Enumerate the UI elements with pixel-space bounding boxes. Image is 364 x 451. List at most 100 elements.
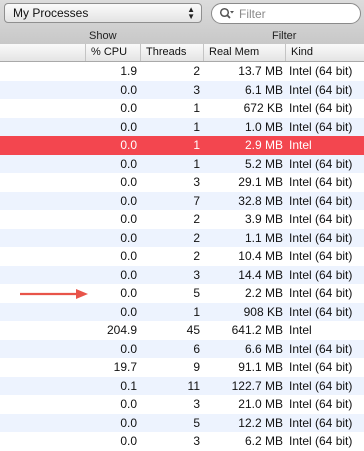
threads-cell: 3	[193, 397, 200, 411]
kind-cell: Intel (64 bit)	[289, 193, 353, 208]
cpu-cell: 0.0	[120, 304, 137, 319]
cpu-cell: 0.0	[120, 156, 137, 171]
kind-cell: Intel (64 bit)	[289, 249, 353, 263]
cpu-cell: 0.0	[120, 434, 137, 448]
threads-cell: 1	[193, 138, 200, 152]
cpu-cell: 0.0	[120, 101, 137, 115]
table-row[interactable]: 0.0 5 12.2 MB Intel (64 bit)	[0, 413, 364, 432]
search-field[interactable]	[211, 3, 361, 24]
kind-cell: Intel (64 bit)	[289, 156, 353, 171]
table-row[interactable]: 0.0 3 14.4 MB Intel (64 bit)	[0, 265, 364, 284]
search-icon[interactable]	[219, 7, 235, 21]
cpu-cell: 0.0	[120, 267, 137, 282]
threads-cell: 2	[193, 212, 200, 226]
real-mem-cell: 5.2 MB	[244, 156, 283, 171]
cpu-cell: 0.0	[120, 230, 137, 245]
real-mem-cell: 2.2 MB	[244, 286, 283, 300]
table-row[interactable]: 204.9 45 641.2 MB Intel	[0, 321, 364, 340]
cpu-cell: 0.0	[120, 82, 137, 97]
cpu-cell: 0.0	[120, 138, 137, 152]
kind-cell: Intel (64 bit)	[289, 101, 353, 115]
real-mem-cell: 14.4 MB	[238, 267, 283, 282]
kind-cell: Intel (64 bit)	[289, 304, 353, 319]
real-mem-cell: 672 KB	[243, 101, 283, 115]
kind-cell: Intel (64 bit)	[289, 341, 353, 356]
red-arrow-icon	[20, 289, 88, 299]
cpu-cell: 0.0	[120, 193, 137, 208]
threads-cell: 5	[193, 286, 200, 300]
threads-cell: 1	[193, 101, 200, 115]
table-row[interactable]: 0.1 11 122.7 MB Intel (64 bit)	[0, 376, 364, 395]
kind-cell: Intel (64 bit)	[289, 82, 353, 97]
cpu-cell: 0.0	[120, 249, 137, 263]
kind-cell: Intel (64 bit)	[289, 286, 353, 300]
threads-cell: 5	[193, 415, 200, 430]
table-row[interactable]: 0.0 1 2.9 MB Intel	[0, 136, 364, 155]
threads-cell: 1	[193, 304, 200, 319]
threads-cell: 11	[187, 378, 200, 393]
real-mem-cell: 1.0 MB	[244, 119, 283, 134]
table-row[interactable]: 0.0 3 21.0 MB Intel (64 bit)	[0, 395, 364, 414]
table-row[interactable]: 0.0 7 32.8 MB Intel (64 bit)	[0, 191, 364, 210]
table-row[interactable]: 0.0 1 908 KB Intel (64 bit)	[0, 302, 364, 321]
process-filter-label: My Processes	[13, 6, 89, 20]
search-input[interactable]	[239, 6, 354, 21]
threads-cell: 3	[193, 82, 200, 97]
table-row[interactable]: 0.0 2 10.4 MB Intel (64 bit)	[0, 247, 364, 266]
process-filter-popup[interactable]: My Processes ▲ ▼	[4, 3, 202, 23]
threads-cell: 45	[186, 323, 200, 337]
column-header-cpu[interactable]: % CPU	[86, 44, 141, 61]
real-mem-cell: 908 KB	[243, 304, 283, 319]
column-header-kind[interactable]: Kind	[286, 44, 364, 61]
table-row[interactable]: 0.0 3 6.2 MB Intel (64 bit)	[0, 432, 364, 451]
kind-cell: Intel	[289, 323, 312, 337]
table-row[interactable]: 0.0 2 1.1 MB Intel (64 bit)	[0, 228, 364, 247]
cpu-cell: 0.0	[120, 175, 137, 189]
kind-cell: Intel (64 bit)	[289, 267, 353, 282]
kind-cell: Intel (64 bit)	[289, 212, 353, 226]
threads-cell: 6	[193, 341, 200, 356]
table-row[interactable]: 19.7 9 91.1 MB Intel (64 bit)	[0, 358, 364, 377]
column-header-real-mem[interactable]: Real Mem	[204, 44, 286, 61]
kind-cell: Intel	[289, 138, 312, 152]
kind-cell: Intel (64 bit)	[289, 434, 353, 448]
filter-caption: Filter	[272, 30, 297, 42]
table-row[interactable]: 0.0 1 672 KB Intel (64 bit)	[0, 99, 364, 118]
kind-cell: Intel (64 bit)	[289, 360, 353, 374]
real-mem-cell: 1.1 MB	[244, 230, 283, 245]
cpu-cell: 1.9	[120, 64, 137, 78]
real-mem-cell: 122.7 MB	[231, 378, 283, 393]
column-header-threads[interactable]: Threads	[141, 44, 204, 61]
cpu-cell: 0.0	[120, 397, 137, 411]
threads-cell: 2	[193, 230, 200, 245]
cpu-cell: 19.7	[113, 360, 137, 374]
toolbar: My Processes ▲▼ Show Filter	[0, 0, 364, 45]
real-mem-cell: 32.8 MB	[238, 193, 283, 208]
threads-cell: 3	[193, 175, 200, 189]
cpu-cell: 0.0	[120, 341, 137, 356]
real-mem-cell: 13.7 MB	[238, 64, 283, 78]
show-caption: Show	[89, 30, 117, 42]
process-table: 1.9 2 13.7 MB Intel (64 bit) 0.0 3 6.1 MB Intel…	[0, 62, 364, 451]
table-row[interactable]: 0.0 2 3.9 MB Intel (64 bit)	[0, 210, 364, 229]
table-row[interactable]: 1.9 2 13.7 MB Intel (64 bit)	[0, 62, 364, 81]
column-header-process-name[interactable]	[0, 44, 86, 61]
table-row[interactable]: 0.0 1 1.0 MB Intel (64 bit)	[0, 117, 364, 136]
real-mem-cell: 29.1 MB	[238, 175, 283, 189]
real-mem-cell: 2.9 MB	[244, 138, 283, 152]
threads-cell: 9	[193, 360, 200, 374]
up-down-chevron-icon: ▲ ▼	[187, 5, 195, 21]
threads-cell: 1	[193, 156, 200, 171]
cpu-cell: 0.0	[120, 286, 137, 300]
table-row[interactable]: 0.0 3 29.1 MB Intel (64 bit)	[0, 173, 364, 192]
kind-cell: Intel (64 bit)	[289, 415, 353, 430]
threads-cell: 3	[193, 267, 200, 282]
table-row[interactable]: 0.0 1 5.2 MB Intel (64 bit)	[0, 154, 364, 173]
kind-cell: Intel (64 bit)	[289, 230, 353, 245]
table-row[interactable]: 0.0 3 6.1 MB Intel (64 bit)	[0, 80, 364, 99]
real-mem-cell: 641.2 MB	[231, 323, 283, 337]
cpu-cell: 0.0	[120, 119, 137, 134]
real-mem-cell: 21.0 MB	[238, 397, 283, 411]
kind-cell: Intel (64 bit)	[289, 175, 353, 189]
table-row[interactable]: 0.0 6 6.6 MB Intel (64 bit)	[0, 339, 364, 358]
